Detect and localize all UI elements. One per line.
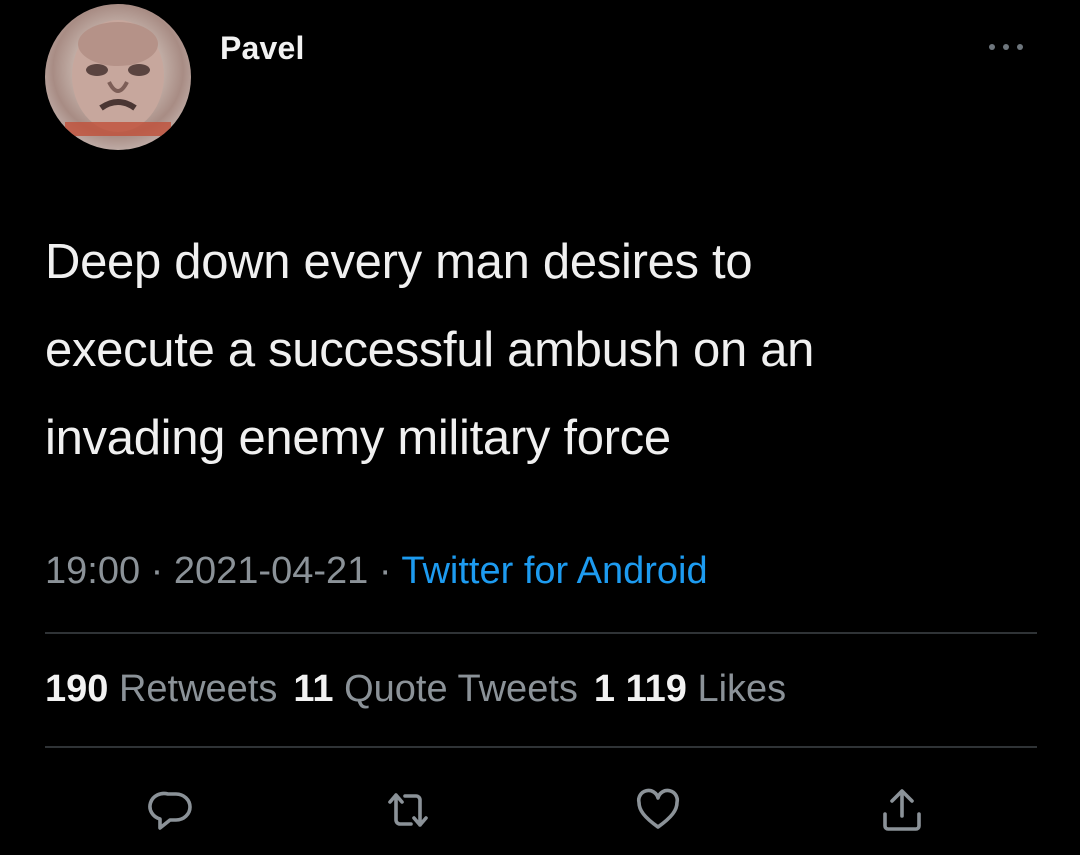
like-icon[interactable] (634, 786, 682, 834)
tweet-text-line: invading enemy military force (45, 411, 671, 465)
tweet-stats: 190 Retweets 11 Quote Tweets 1 119 Likes (45, 668, 786, 711)
quotes-count: 11 (293, 668, 334, 710)
avatar-image (65, 20, 171, 136)
quotes-stat[interactable]: 11 Quote Tweets (293, 668, 578, 710)
tweet-date[interactable]: 2021-04-21 (174, 550, 368, 592)
tweet-meta: 19:00 · 2021-04-21 · Twitter for Android (45, 550, 708, 593)
share-icon[interactable] (878, 786, 926, 834)
avatar[interactable] (45, 4, 191, 150)
divider (45, 632, 1037, 634)
tweet-text-line: execute a successful ambush on an (45, 323, 815, 377)
retweets-count: 190 (45, 668, 109, 710)
divider (45, 746, 1037, 748)
likes-stat[interactable]: 1 119 Likes (594, 668, 786, 710)
reply-icon[interactable] (148, 786, 196, 834)
quotes-label: Quote Tweets (344, 668, 578, 710)
retweets-label: Retweets (118, 668, 278, 710)
tweet-text: Deep down every man desires to execute a… (45, 218, 1045, 482)
display-name[interactable]: Pavel (220, 30, 305, 67)
more-options-icon[interactable] (978, 36, 1034, 58)
retweets-stat[interactable]: 190 Retweets (45, 668, 277, 710)
meta-separator: · (140, 550, 174, 592)
tweet-source-link[interactable]: Twitter for Android (401, 550, 707, 592)
tweet-text-line: Deep down every man desires to (45, 235, 753, 289)
retweet-icon[interactable] (384, 786, 432, 834)
tweet-time[interactable]: 19:00 (45, 550, 140, 592)
meta-separator: · (368, 550, 402, 592)
tweet-detail: Pavel Deep down every man desires to exe… (0, 0, 1080, 855)
likes-count: 1 119 (593, 668, 687, 710)
likes-label: Likes (697, 668, 787, 710)
